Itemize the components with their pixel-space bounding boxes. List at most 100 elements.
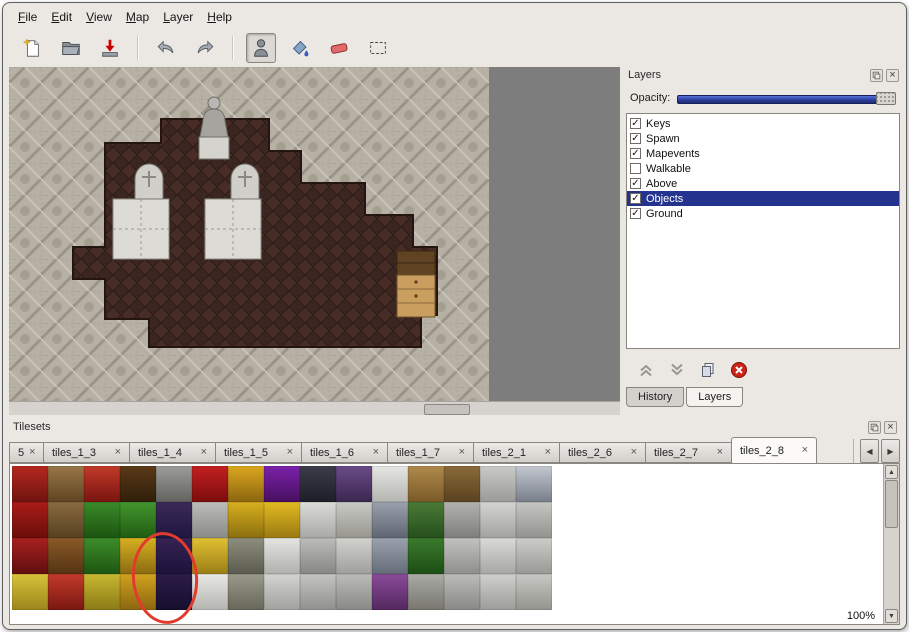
tileset-tab-tiles_2_1[interactable]: tiles_2_1×	[473, 442, 559, 463]
menu-item-edit[interactable]: Edit	[44, 8, 79, 26]
tileset-tile[interactable]	[228, 574, 264, 610]
tileset-tab-tiles_1_5[interactable]: tiles_1_5×	[215, 442, 301, 463]
tileset-tile[interactable]	[372, 502, 408, 538]
tileset-tile[interactable]	[84, 466, 120, 502]
tileset-tab-tiles_1_3[interactable]: tiles_1_3×	[43, 442, 129, 463]
map-canvas[interactable]	[9, 67, 489, 401]
entity-tool-button[interactable]	[246, 33, 276, 63]
float-panel-icon[interactable]	[868, 421, 881, 434]
tileset-tile[interactable]	[228, 538, 264, 574]
tileset-tab-tiles_2_8[interactable]: tiles_2_8×	[731, 437, 817, 463]
layer-row-keys[interactable]: ✓Keys	[627, 116, 899, 131]
tileset-tile[interactable]	[444, 502, 480, 538]
tab-close-icon[interactable]: ×	[287, 447, 293, 458]
tileset-tile[interactable]	[336, 502, 372, 538]
tileset-tile[interactable]	[372, 466, 408, 502]
tileset-tile[interactable]	[48, 466, 84, 502]
tab-close-icon[interactable]: ×	[631, 447, 637, 458]
tileset-tile[interactable]	[336, 538, 372, 574]
tileset-tile[interactable]	[48, 502, 84, 538]
layer-delete-button[interactable]	[729, 360, 749, 380]
tileset-tile[interactable]	[192, 538, 228, 574]
tileset-tile[interactable]	[228, 466, 264, 502]
checkbox-mapevents[interactable]: ✓	[630, 148, 641, 159]
menu-item-file[interactable]: File	[11, 8, 44, 26]
tileset-tile[interactable]	[516, 574, 552, 610]
scroll-down-icon[interactable]: ▼	[885, 609, 898, 623]
checkbox-walkable[interactable]	[630, 163, 641, 174]
dock-tab-layers[interactable]: Layers	[686, 387, 743, 407]
tab-scroll-left-icon[interactable]: ◀	[860, 439, 879, 463]
tileset-tile[interactable]	[156, 502, 192, 538]
tileset-tab-tiles_2_6[interactable]: tiles_2_6×	[559, 442, 645, 463]
checkbox-keys[interactable]: ✓	[630, 118, 641, 129]
layer-row-mapevents[interactable]: ✓Mapevents	[627, 146, 899, 161]
checkbox-spawn[interactable]: ✓	[630, 133, 641, 144]
opacity-slider-handle[interactable]	[876, 92, 896, 105]
tileset-tile[interactable]	[444, 538, 480, 574]
tileset-tile[interactable]	[480, 466, 516, 502]
tileset-tile[interactable]	[408, 574, 444, 610]
redo-button[interactable]	[190, 33, 220, 63]
close-panel-icon[interactable]: ×	[884, 421, 897, 434]
tileset-tile[interactable]	[156, 466, 192, 502]
menu-item-layer[interactable]: Layer	[156, 8, 200, 26]
menu-item-map[interactable]: Map	[119, 8, 156, 26]
tileset-tile[interactable]	[120, 538, 156, 574]
tab-scroll-right-icon[interactable]: ▶	[881, 439, 900, 463]
tileset-tile[interactable]	[480, 502, 516, 538]
tileset-tab-tiles_1_7[interactable]: tiles_1_7×	[387, 442, 473, 463]
tileset-tile[interactable]	[300, 538, 336, 574]
layer-row-objects[interactable]: ✓Objects	[627, 191, 899, 206]
tileset-tile[interactable]	[156, 574, 192, 610]
layer-row-above[interactable]: ✓Above	[627, 176, 899, 191]
tileset-tile[interactable]	[12, 574, 48, 610]
tileset-tile[interactable]	[480, 574, 516, 610]
layer-move-down-button[interactable]	[667, 360, 687, 380]
layer-row-spawn[interactable]: ✓Spawn	[627, 131, 899, 146]
layer-move-up-button[interactable]	[636, 360, 656, 380]
tileset-tile[interactable]	[336, 574, 372, 610]
menu-item-help[interactable]: Help	[200, 8, 239, 26]
float-panel-icon[interactable]	[870, 69, 883, 82]
tileset-tile[interactable]	[84, 502, 120, 538]
tileset-vscroll-thumb[interactable]	[885, 480, 898, 528]
tileset-tile[interactable]	[264, 574, 300, 610]
tileset-tile[interactable]	[372, 574, 408, 610]
tileset-tile[interactable]	[264, 466, 300, 502]
tab-close-icon[interactable]: ×	[717, 447, 723, 458]
eraser-tool-button[interactable]	[324, 33, 354, 63]
tileset-tile[interactable]	[192, 574, 228, 610]
undo-button[interactable]	[151, 33, 181, 63]
tileset-tile[interactable]	[264, 538, 300, 574]
tileset-tile[interactable]	[192, 502, 228, 538]
tileset-tile[interactable]	[516, 466, 552, 502]
tileset-tile[interactable]	[336, 466, 372, 502]
tileset-tile[interactable]	[48, 574, 84, 610]
map-hscroll-thumb[interactable]	[424, 404, 470, 415]
tileset-vertical-scrollbar[interactable]: ▲ ▼	[883, 464, 899, 624]
tileset-tile[interactable]	[84, 574, 120, 610]
checkbox-above[interactable]: ✓	[630, 178, 641, 189]
tileset-tile[interactable]	[408, 538, 444, 574]
tab-close-icon[interactable]: ×	[29, 447, 35, 458]
layer-duplicate-button[interactable]	[698, 360, 718, 380]
tileset-tile[interactable]	[408, 502, 444, 538]
tileset-tile[interactable]	[12, 502, 48, 538]
tab-close-icon[interactable]: ×	[201, 447, 207, 458]
select-tool-button[interactable]	[363, 33, 393, 63]
layer-row-walkable[interactable]: Walkable	[627, 161, 899, 176]
fill-tool-button[interactable]	[285, 33, 315, 63]
tileset-tile[interactable]	[408, 466, 444, 502]
tileset-tile[interactable]	[84, 538, 120, 574]
new-file-button[interactable]	[17, 33, 47, 63]
scroll-up-icon[interactable]: ▲	[885, 465, 898, 479]
tileset-tile[interactable]	[300, 502, 336, 538]
dock-tab-history[interactable]: History	[626, 387, 684, 407]
tileset-tile[interactable]	[516, 502, 552, 538]
tileset-tile[interactable]	[300, 574, 336, 610]
layer-row-ground[interactable]: ✓Ground	[627, 206, 899, 221]
tileset-tile[interactable]	[444, 574, 480, 610]
tileset-tab-tiles_2_7[interactable]: tiles_2_7×	[645, 442, 731, 463]
tab-close-icon[interactable]: ×	[802, 445, 808, 456]
